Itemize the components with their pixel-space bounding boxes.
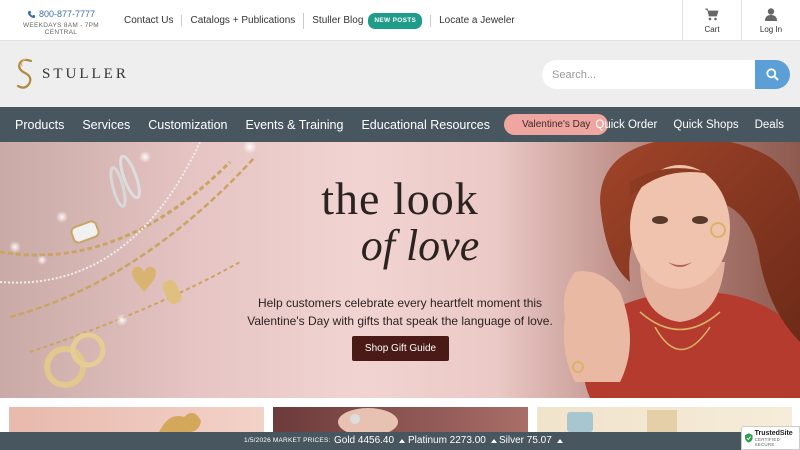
stuller-s-mark-icon bbox=[16, 58, 33, 89]
shop-gift-guide-button[interactable]: Shop Gift Guide bbox=[352, 336, 449, 361]
site-header: STULLER bbox=[0, 41, 800, 107]
promo-card-2[interactable] bbox=[273, 407, 528, 432]
nav-educational-resources[interactable]: Educational Resources bbox=[352, 118, 499, 132]
up-arrow-icon bbox=[490, 438, 497, 443]
hero-title-line1: the look bbox=[321, 173, 479, 224]
nav-products[interactable]: Products bbox=[0, 118, 73, 132]
new-posts-badge: NEW POSTS bbox=[368, 13, 423, 29]
nav-quick-order[interactable]: Quick Order bbox=[587, 119, 665, 131]
card-1-image bbox=[159, 412, 201, 432]
card-2-image bbox=[338, 408, 398, 432]
hero-title-line2: of love bbox=[360, 221, 480, 270]
trustedsite-sub: CERTIFIED SECURE bbox=[754, 436, 781, 447]
market-prices-bar: 1/5/2026 MARKET PRICES: Gold 4456.40 Pla… bbox=[0, 432, 800, 450]
logo-wordmark: STULLER bbox=[42, 65, 129, 82]
top-links: Contact Us Catalogs + Publications Stull… bbox=[120, 13, 523, 29]
catalogs-link[interactable]: Catalogs + Publications bbox=[181, 15, 303, 27]
platinum-price: Platinum 2273.00 bbox=[408, 435, 497, 446]
phone-number: 800-877-7777 bbox=[38, 9, 96, 19]
nav-events-training[interactable]: Events & Training bbox=[236, 118, 352, 132]
promo-card-row bbox=[0, 398, 800, 432]
promo-card-1[interactable] bbox=[9, 407, 264, 432]
search-bar bbox=[542, 60, 790, 89]
search-input[interactable] bbox=[542, 60, 755, 89]
trustedsite-badge[interactable]: TrustedSite CERTIFIED SECURE bbox=[741, 426, 800, 450]
market-prices-label: 1/5/2026 MARKET PRICES: bbox=[244, 437, 331, 444]
nav-services[interactable]: Services bbox=[73, 118, 139, 132]
blog-link[interactable]: Stuller Blog NEW POSTS bbox=[303, 13, 430, 29]
check-shield-icon bbox=[745, 433, 753, 443]
stuller-logo[interactable]: STULLER bbox=[14, 57, 129, 91]
gold-price: Gold 4456.40 bbox=[334, 435, 406, 446]
blog-link-label: Stuller Blog bbox=[312, 15, 364, 26]
main-nav: Products Services Customization Events &… bbox=[0, 107, 800, 142]
nav-right-group: Quick Order Quick Shops Deals bbox=[587, 107, 800, 142]
business-hours: WEEKDAYS 8AM - 7PM CENTRAL bbox=[22, 22, 100, 36]
platinum-price-text: Platinum 2273.00 bbox=[408, 435, 486, 446]
user-icon bbox=[765, 7, 777, 21]
contact-us-link[interactable]: Contact Us bbox=[120, 15, 181, 27]
search-button[interactable] bbox=[755, 60, 790, 89]
hero-description: Help customers celebrate every heartfelt… bbox=[247, 296, 553, 328]
phone-icon bbox=[27, 10, 36, 18]
login-button[interactable]: Log In bbox=[741, 0, 800, 41]
locate-jeweler-link[interactable]: Locate a Jeweler bbox=[430, 15, 523, 27]
hero-banner[interactable]: the look of love Help customers celebrat… bbox=[0, 142, 800, 398]
phone-block: 800-877-7777 WEEKDAYS 8AM - 7PM CENTRAL bbox=[8, 9, 114, 36]
phone-link[interactable]: 800-877-7777 bbox=[8, 9, 114, 19]
nav-deals[interactable]: Deals bbox=[747, 119, 800, 131]
gold-price-text: Gold 4456.40 bbox=[334, 435, 395, 446]
search-icon bbox=[766, 68, 779, 81]
cart-label: Cart bbox=[704, 24, 720, 34]
cart-button[interactable]: Cart bbox=[682, 0, 741, 41]
login-label: Log In bbox=[759, 24, 783, 34]
cart-icon bbox=[705, 8, 719, 20]
up-arrow-icon bbox=[399, 438, 406, 443]
silver-price-text: Silver 75.07 bbox=[499, 435, 552, 446]
trustedsite-name: TrustedSite bbox=[754, 429, 793, 437]
trustedsite-text: TrustedSite CERTIFIED SECURE bbox=[755, 430, 799, 447]
up-arrow-icon bbox=[556, 438, 563, 443]
nav-customization[interactable]: Customization bbox=[139, 118, 236, 132]
silver-price: Silver 75.07 bbox=[499, 435, 563, 446]
nav-quick-shops[interactable]: Quick Shops bbox=[665, 119, 746, 131]
top-utility-bar: 800-877-7777 WEEKDAYS 8AM - 7PM CENTRAL … bbox=[0, 0, 800, 41]
